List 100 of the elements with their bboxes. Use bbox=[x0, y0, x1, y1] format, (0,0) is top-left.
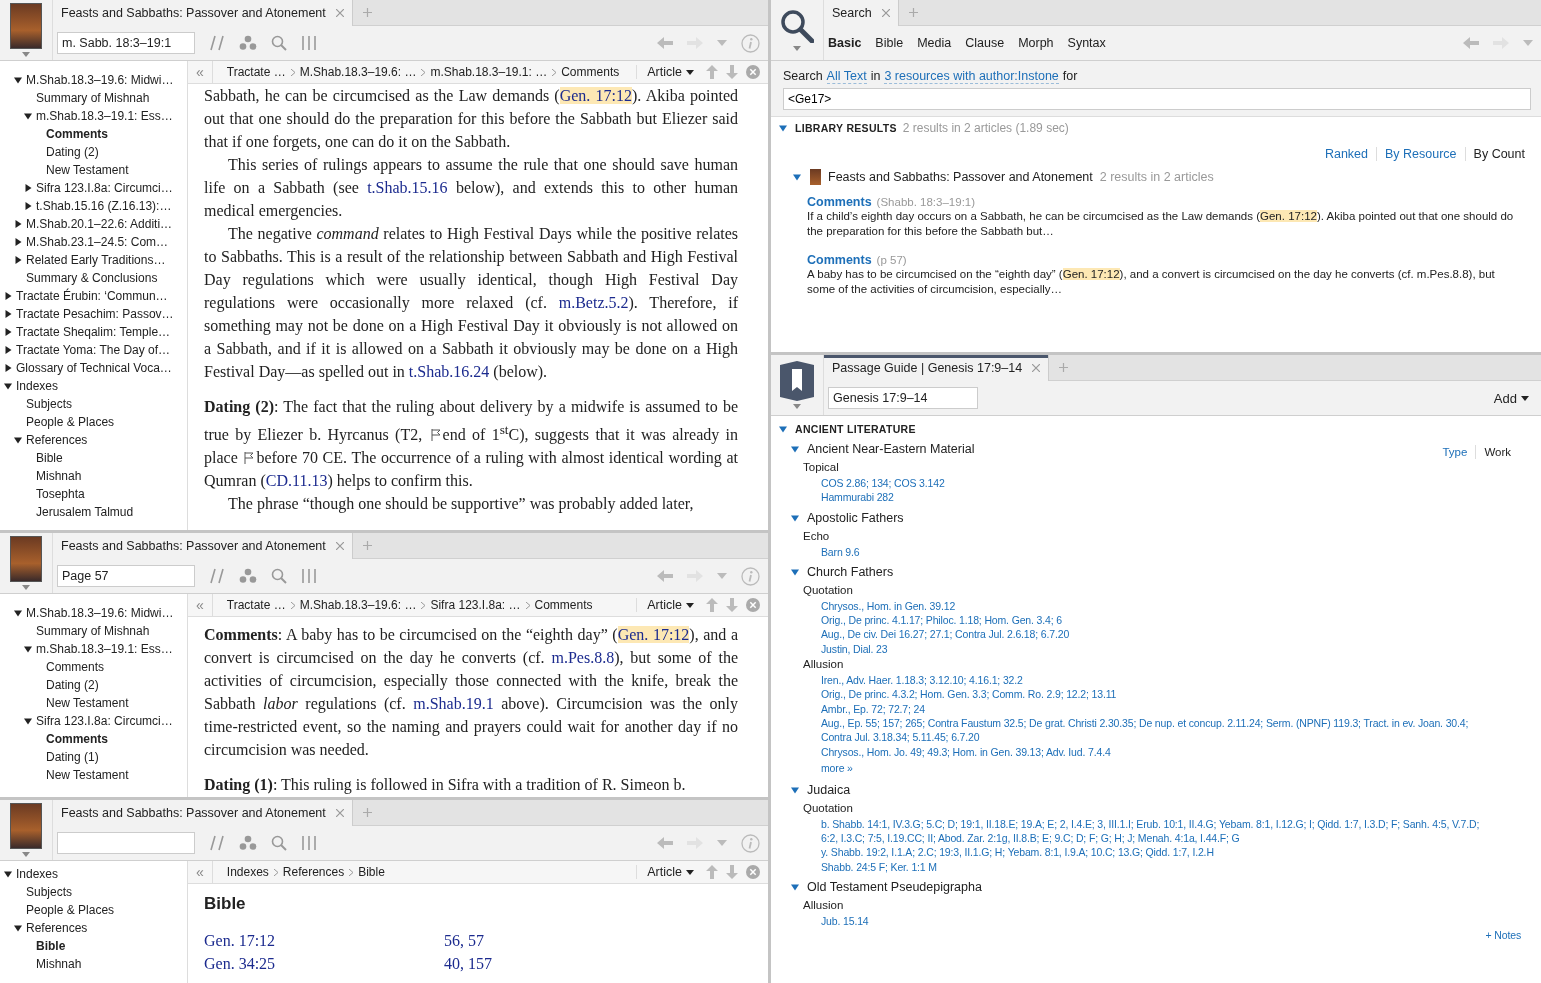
new-tab-icon[interactable] bbox=[908, 8, 918, 17]
tree-item[interactable]: Jerusalem Talmud bbox=[0, 503, 187, 521]
reference-link[interactable]: Gen. 17:12 bbox=[1260, 210, 1317, 222]
disclosure-triangle-icon[interactable] bbox=[24, 184, 32, 192]
search-mode-tab[interactable]: Syntax bbox=[1067, 36, 1106, 50]
info-icon[interactable] bbox=[741, 566, 760, 586]
view-option[interactable]: Type bbox=[1442, 446, 1468, 458]
reference-link[interactable]: Gen. 17:12 bbox=[1062, 268, 1120, 280]
citation-links[interactable]: b. Shabb. 14:1, IV.3.G; 5.C; D; 19:1, II.18.E; 19.A; E; 2, I.4.E; 3, III.1.I; Erub. 10:1, II.4.G; Yebam. 8:1, I.12.G; I; Qidd. 1:7, I.3.D; F; Sanh. 4:5, V.7.D; bbox=[779, 816, 1521, 832]
tree-item[interactable]: Dating (1) bbox=[0, 748, 187, 766]
collapse-button[interactable]: « bbox=[188, 61, 213, 83]
disclosure-triangle-icon[interactable] bbox=[24, 202, 32, 210]
new-tab-icon[interactable] bbox=[362, 808, 372, 817]
close-icon[interactable] bbox=[746, 865, 760, 879]
up-arrow-icon[interactable] bbox=[706, 598, 718, 612]
reference-field[interactable]: Page 57 bbox=[57, 565, 195, 587]
search-mode-tab[interactable]: Bible bbox=[875, 36, 904, 50]
back-arrow-icon[interactable] bbox=[657, 570, 673, 582]
group-heading[interactable]: Ancient Near-Eastern Material bbox=[807, 442, 975, 456]
tree-item[interactable]: Subjects bbox=[0, 395, 187, 413]
breadcrumb-item[interactable]: M.Shab.18.3–19.6: … bbox=[299, 598, 417, 612]
breadcrumb-item[interactable]: Sifra 123.I.8a: … bbox=[430, 598, 521, 612]
tree-item[interactable]: People & Places bbox=[0, 413, 187, 431]
tree-item[interactable]: New Testament bbox=[0, 766, 187, 784]
breadcrumb-item[interactable]: Bible bbox=[358, 865, 385, 879]
resource-title[interactable]: Feasts and Sabbaths: Passover and Atonement bbox=[828, 170, 1093, 184]
back-arrow-icon[interactable] bbox=[1463, 37, 1479, 49]
tab[interactable]: Feasts and Sabbaths: Passover and Atonement bbox=[53, 800, 353, 826]
close-icon[interactable] bbox=[335, 809, 344, 817]
history-dropdown-icon[interactable] bbox=[1523, 40, 1533, 46]
citation-links[interactable]: Orig., De princ. 4.1.17; Philoc. 1.18; Hom. Gen. 3.4; 6 bbox=[779, 613, 1521, 628]
more-link[interactable]: more » bbox=[779, 760, 853, 775]
disclosure-triangle-icon[interactable] bbox=[24, 645, 32, 653]
reference-field[interactable]: m. Sabb. 18:3–19:1 bbox=[57, 32, 195, 54]
citation-links[interactable]: Iren., Adv. Haer. 1.18.3; 3.12.10; 4.16.1; 32.2 bbox=[779, 673, 1521, 688]
back-arrow-icon[interactable] bbox=[657, 837, 673, 849]
reference-link[interactable]: Gen. 17:12 bbox=[617, 626, 690, 643]
tree-item[interactable]: Tractate Sheqalim: Temple… bbox=[0, 323, 187, 341]
citation-links[interactable]: Shabb. 24:5 F; Ker. 1:1 M bbox=[779, 859, 1521, 875]
disclosure-triangle-icon[interactable] bbox=[4, 870, 12, 878]
citation-links[interactable]: Aug., De civ. Dei 16.27; 27.1; Contra Jul. 2.6.18; 6.7.20 bbox=[779, 627, 1521, 642]
citation-links[interactable]: Contra Jul. 3.18.34; 5.11.45; 6.7.20 bbox=[779, 730, 1521, 745]
group-heading[interactable]: Judaica bbox=[807, 782, 851, 797]
tree-item[interactable]: Summary & Conclusions bbox=[0, 269, 187, 287]
article-menu[interactable]: Article bbox=[636, 865, 698, 879]
down-arrow-icon[interactable] bbox=[726, 65, 738, 79]
reference-link[interactable]: Gen. 17:12 bbox=[559, 87, 633, 104]
people-icon[interactable] bbox=[239, 35, 257, 51]
new-tab-icon[interactable] bbox=[362, 8, 372, 17]
reference-link[interactable]: m.Betz.5.2 bbox=[558, 294, 629, 311]
tree-item[interactable]: Glossary of Technical Voca… bbox=[0, 359, 187, 377]
sort-option[interactable]: Ranked bbox=[1324, 147, 1368, 161]
tree-item[interactable]: Tractate Pesachim: Passov… bbox=[0, 305, 187, 323]
breadcrumb-item[interactable]: Tractate … bbox=[226, 598, 286, 612]
tree-item[interactable]: References bbox=[0, 919, 187, 937]
reference-link[interactable]: Gen. 17:12 bbox=[204, 929, 444, 952]
scope-dropdown[interactable]: All Text bbox=[826, 69, 867, 84]
tree-item[interactable]: Related Early Traditions… bbox=[0, 251, 187, 269]
close-icon[interactable] bbox=[881, 9, 890, 17]
tree-item[interactable]: M.Shab.20.1–22.6: Additi… bbox=[0, 215, 187, 233]
resources-dropdown[interactable]: 3 resources with author:Instone bbox=[884, 69, 1059, 84]
book-cover-image[interactable] bbox=[10, 3, 42, 49]
citation-links[interactable]: Jub. 15.14 bbox=[779, 914, 1521, 929]
search-icon[interactable] bbox=[780, 9, 814, 43]
book-cover-image[interactable] bbox=[10, 536, 42, 582]
reference-link[interactable]: m.Pes.8.8 bbox=[551, 649, 615, 666]
tree-item[interactable]: New Testament bbox=[0, 694, 187, 712]
parallel-resources-icon[interactable] bbox=[209, 568, 225, 584]
tree-item[interactable]: Subjects bbox=[0, 883, 187, 901]
new-tab-icon[interactable] bbox=[362, 541, 372, 550]
tree-item[interactable]: Tosephta bbox=[0, 485, 187, 503]
bookmark-icon[interactable] bbox=[780, 361, 814, 401]
tree-item[interactable]: M.Shab.18.3–19.6: Midwi… bbox=[0, 604, 187, 622]
disclosure-triangle-icon[interactable] bbox=[4, 364, 12, 372]
disclosure-triangle-icon[interactable] bbox=[24, 717, 32, 725]
tree-item[interactable]: M.Shab.18.3–19.6: Midwi… bbox=[0, 71, 187, 89]
tree-item[interactable]: Bible bbox=[0, 937, 187, 955]
reference-link[interactable]: m.Shab.19.1 bbox=[413, 695, 494, 712]
disclosure-triangle-icon[interactable] bbox=[4, 346, 12, 354]
collapse-button[interactable]: « bbox=[188, 861, 213, 883]
tab[interactable]: Feasts and Sabbaths: Passover and Atonement bbox=[53, 533, 353, 559]
breadcrumb-item[interactable]: References bbox=[282, 865, 345, 879]
tree-item[interactable]: Tractate Érubin: ‘Commun… bbox=[0, 287, 187, 305]
citation-links[interactable]: Ambr., Ep. 72; 72.7; 24 bbox=[779, 701, 1521, 716]
close-icon[interactable] bbox=[746, 598, 760, 612]
citation-links[interactable]: Hammurabi 282 bbox=[779, 490, 1521, 505]
search-mode-tab[interactable]: Basic bbox=[828, 36, 862, 50]
tree-item[interactable]: Mishnah bbox=[0, 955, 187, 973]
view-option[interactable]: Work bbox=[1484, 446, 1511, 458]
search-mode-tab[interactable]: Media bbox=[917, 36, 952, 50]
tab[interactable]: Passage Guide | Genesis 17:9–14 bbox=[824, 355, 1050, 381]
tree-item[interactable]: Comments bbox=[0, 658, 187, 676]
tree-item[interactable]: Indexes bbox=[0, 377, 187, 395]
breadcrumb-item[interactable]: Indexes bbox=[226, 865, 269, 879]
dropdown-icon[interactable] bbox=[793, 404, 801, 409]
disclosure-triangle-icon[interactable] bbox=[4, 328, 12, 336]
reference-link[interactable]: t.Shab.15.16 bbox=[367, 179, 448, 196]
new-tab-icon[interactable] bbox=[1059, 363, 1069, 372]
down-arrow-icon[interactable] bbox=[726, 598, 738, 612]
tree-item[interactable]: m.Shab.18.3–19.1: Ess… bbox=[0, 107, 187, 125]
